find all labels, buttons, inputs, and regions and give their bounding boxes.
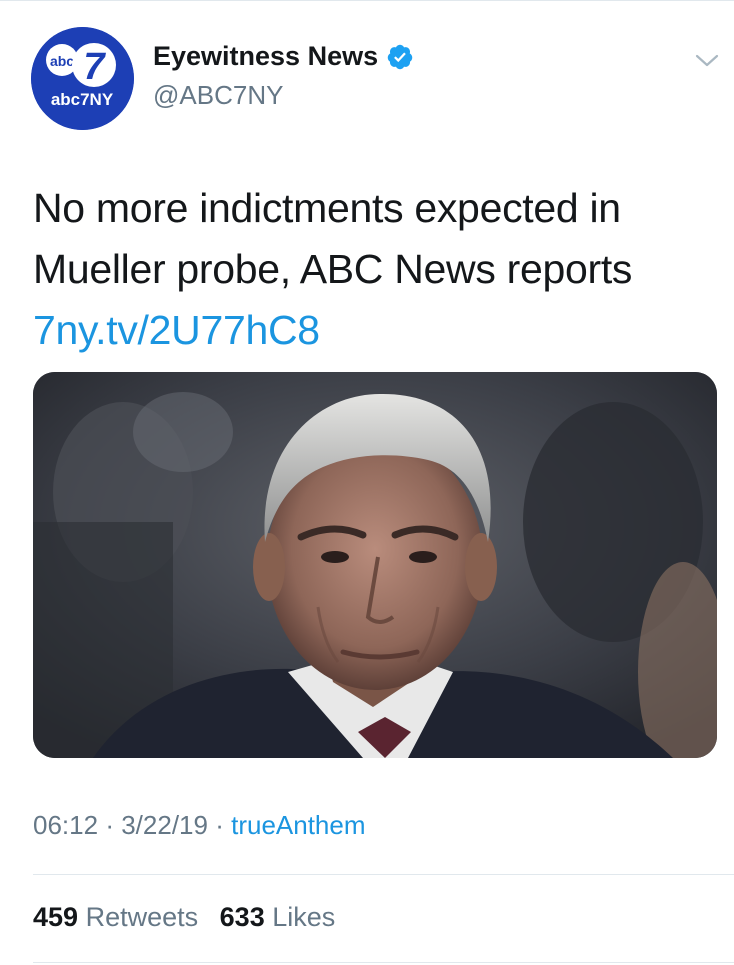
retweets-count: 459 — [33, 902, 79, 932]
likes-count: 633 — [219, 902, 265, 932]
retweets-label: Retweets — [85, 902, 199, 932]
top-divider — [0, 0, 734, 1]
retweets-stat[interactable]: 459 Retweets — [33, 902, 198, 933]
author-name-row[interactable]: Eyewitness News — [153, 41, 414, 72]
divider — [33, 962, 734, 963]
display-name[interactable]: Eyewitness News — [153, 41, 378, 72]
likes-label: Likes — [272, 902, 336, 932]
avatar[interactable]: abc 7 abc7NY — [31, 27, 134, 130]
avatar-seven-text: 7 — [83, 46, 106, 88]
meta-separator: · — [105, 810, 114, 840]
tweet-time: 06:12 — [33, 810, 99, 840]
author-handle[interactable]: @ABC7NY — [153, 80, 283, 111]
likes-stat[interactable]: 633 Likes — [220, 902, 336, 933]
meta-separator: · — [215, 810, 224, 840]
tweet-link[interactable]: 7ny.tv/2U77hC8 — [33, 300, 713, 361]
tweet-source-link[interactable]: trueAnthem — [231, 810, 365, 840]
avatar-abc-text: abc — [50, 53, 74, 69]
chevron-down-icon[interactable] — [690, 48, 724, 72]
tweet-meta: 06:12 · 3/22/19 · trueAnthem — [33, 810, 366, 841]
portrait-photo — [33, 372, 717, 758]
tweet-date: 3/22/19 — [121, 810, 208, 840]
tweet-text: No more indictments expected in Mueller … — [33, 185, 633, 292]
avatar-brand-text: abc7NY — [51, 90, 114, 109]
abc7ny-logo-icon: abc 7 abc7NY — [31, 27, 134, 130]
tweet-body: No more indictments expected in Mueller … — [33, 178, 713, 361]
tweet-stats: 459 Retweets 633 Likes — [33, 902, 349, 933]
verified-badge-icon — [386, 43, 414, 71]
tweet-photo[interactable] — [33, 372, 717, 758]
divider — [33, 874, 734, 875]
